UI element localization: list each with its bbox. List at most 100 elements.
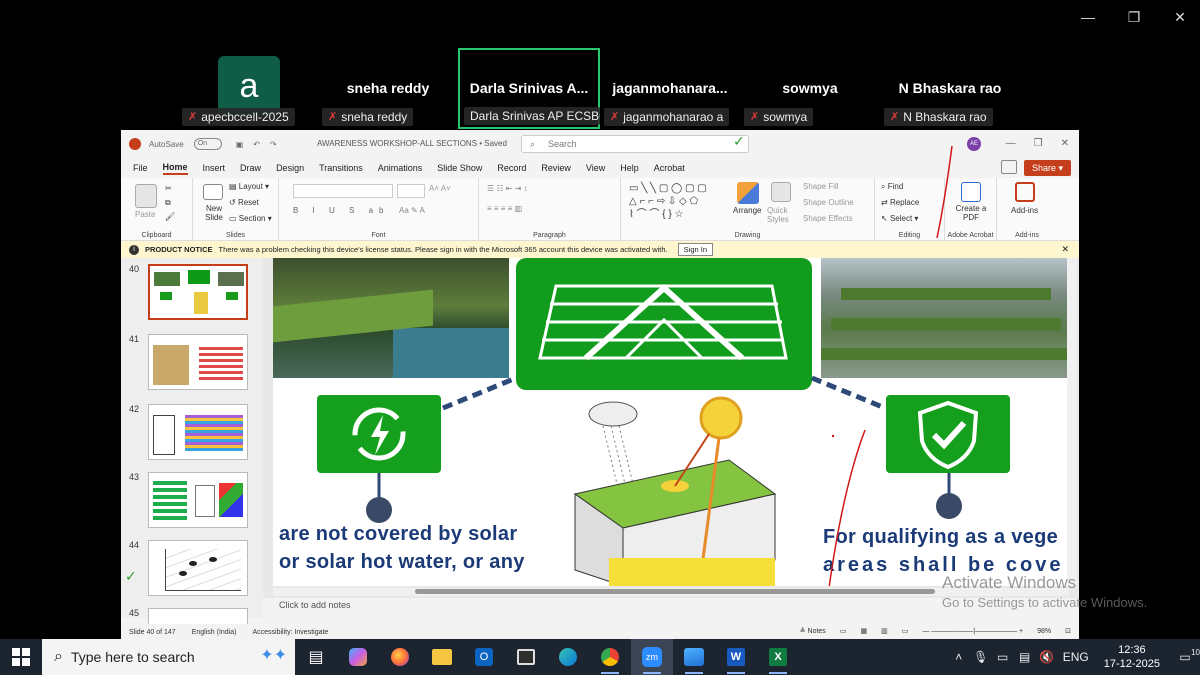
copilot-icon[interactable] (337, 639, 379, 675)
replace-button[interactable]: ⇄ Replace (881, 198, 919, 207)
select-button[interactable]: ↖ Select ▾ (881, 214, 918, 223)
tab-transitions[interactable]: Transitions (319, 163, 363, 173)
battery-icon[interactable]: ▭ (992, 650, 1014, 664)
comments-icon[interactable] (1001, 160, 1017, 174)
taskbar-search-input[interactable]: ⌕ Type here to search ✦✦ (42, 639, 295, 675)
share-button[interactable]: Share ▾ (1023, 160, 1071, 176)
shape-effects-button[interactable]: Shape Effects (803, 214, 853, 223)
notes-placeholder[interactable]: Click to add notes (279, 600, 351, 610)
layout-button[interactable]: ▤ Layout ▾ (229, 182, 269, 191)
close-notice-icon[interactable]: ✕ (1061, 244, 1069, 255)
new-slide-icon[interactable] (203, 184, 223, 200)
format-painter-icon[interactable]: 🖌 (165, 212, 175, 221)
participant-tile-active[interactable]: Darla Srinivas A... Darla Srinivas AP EC… (458, 48, 600, 129)
slide-vertical-scrollbar[interactable] (1067, 258, 1077, 586)
restore-button[interactable]: ❐ (1120, 6, 1148, 28)
quick-styles-icon[interactable] (771, 182, 791, 202)
scroll-thumb[interactable] (415, 589, 935, 594)
create-pdf-icon[interactable] (961, 182, 981, 202)
document-title[interactable]: AWARENESS WORKSHOP-ALL SECTIONS • Saved (317, 139, 507, 148)
participant-tile[interactable]: jaganmohanara... ✗ jaganmohanarao a (600, 48, 740, 128)
language-status[interactable]: English (India) (192, 629, 237, 636)
font-color-icons[interactable]: Aa ✎ A (399, 206, 425, 215)
add-ins-icon[interactable] (1015, 182, 1035, 202)
shape-fill-button[interactable]: Shape Fill (803, 182, 839, 191)
redo-icon[interactable]: ↷ (270, 140, 277, 149)
sign-in-button[interactable]: Sign In (677, 243, 714, 256)
tab-review[interactable]: Review (541, 163, 571, 173)
paste-icon[interactable] (135, 184, 157, 208)
new-slide-button[interactable]: New Slide (201, 204, 227, 222)
participant-tile[interactable]: sneha reddy ✗ sneha reddy (318, 48, 458, 128)
slide-sorter-icon[interactable]: ▦ (860, 627, 867, 635)
normal-view-icon[interactable]: ▭ (840, 627, 847, 635)
network-icon[interactable]: ▤ (1014, 650, 1036, 664)
start-button[interactable] (0, 639, 42, 675)
section-button[interactable]: ▭ Section ▾ (229, 214, 272, 223)
shape-outline-button[interactable]: Shape Outline (803, 198, 854, 207)
add-ins-button[interactable]: Add-ins (1011, 206, 1038, 215)
tab-draw[interactable]: Draw (240, 163, 261, 173)
outlook-icon[interactable]: O (463, 639, 505, 675)
chevron-up-icon[interactable]: ˄ (948, 650, 970, 664)
cut-icon[interactable]: ✂ (165, 184, 172, 193)
zoom-level[interactable]: 98% (1037, 628, 1051, 635)
ppt-minimize-button[interactable]: — (1006, 138, 1016, 149)
tab-view[interactable]: View (586, 163, 605, 173)
tab-animations[interactable]: Animations (378, 163, 423, 173)
tab-acrobat[interactable]: Acrobat (654, 163, 685, 173)
tab-slide-show[interactable]: Slide Show (437, 163, 482, 173)
ppt-close-button[interactable]: ✕ (1061, 138, 1069, 149)
reading-view-icon[interactable]: ▥ (881, 627, 888, 635)
tab-design[interactable]: Design (276, 163, 304, 173)
font-format-buttons[interactable]: B I U S ab (293, 206, 389, 215)
align-buttons[interactable]: ≡ ≡ ≡ ≡ ▥ (487, 204, 522, 213)
search-input[interactable]: ⌕ Search (521, 135, 749, 153)
paste-button[interactable]: Paste (135, 210, 155, 219)
volume-muted-icon[interactable]: 🔇 (1036, 650, 1058, 664)
ppt-restore-button[interactable]: ❐ (1034, 138, 1043, 149)
user-avatar[interactable]: AE (967, 137, 981, 151)
tab-file[interactable]: File (133, 163, 148, 173)
notifications-icon[interactable]: ▭ 10 (1170, 648, 1200, 664)
minimize-button[interactable]: — (1074, 6, 1102, 28)
excel-icon[interactable]: X (757, 639, 799, 675)
microphone-icon[interactable]: 🎙 (970, 650, 992, 664)
participant-tile[interactable]: a ✗ apecbccell-2025 (178, 48, 318, 128)
store-icon[interactable] (505, 639, 547, 675)
undo-icon[interactable]: ↶ (253, 140, 260, 149)
copy-icon[interactable]: ⧉ (165, 198, 171, 208)
clock[interactable]: 12:36 17-12-2025 (1104, 643, 1160, 671)
find-button[interactable]: ⌕ Find (881, 182, 903, 192)
tab-record[interactable]: Record (497, 163, 526, 173)
fit-to-window-icon[interactable]: ⊡ (1065, 627, 1071, 635)
zoom-slider[interactable]: — ——————|—————— + (922, 628, 1023, 635)
reset-button[interactable]: ↺ Reset (229, 198, 259, 207)
word-icon[interactable]: W (715, 639, 757, 675)
file-explorer-icon[interactable] (421, 639, 463, 675)
create-pdf-button[interactable]: Create a PDF (951, 204, 991, 222)
tab-insert[interactable]: Insert (203, 163, 226, 173)
language-indicator[interactable]: ENG (1058, 650, 1094, 664)
tab-home[interactable]: Home (162, 162, 188, 175)
zoom-icon[interactable]: zm (631, 639, 673, 675)
chrome-icon[interactable] (589, 639, 631, 675)
arrange-icon[interactable] (737, 182, 759, 204)
accessibility-status[interactable]: Accessibility: Investigate (252, 629, 328, 636)
firefox-icon[interactable] (379, 639, 421, 675)
participant-tile[interactable]: N Bhaskara rao ✗ N Bhaskara rao (880, 48, 1020, 128)
photos-icon[interactable] (673, 639, 715, 675)
autosave-toggle[interactable]: On (193, 138, 222, 150)
edge-icon[interactable] (547, 639, 589, 675)
arrange-button[interactable]: Arrange (733, 206, 761, 215)
save-icon[interactable]: ▣ (236, 140, 244, 149)
participant-tile[interactable]: sowmya ✗ sowmya (740, 48, 880, 128)
font-family-select[interactable] (293, 184, 393, 198)
tab-help[interactable]: Help (620, 163, 639, 173)
task-view-icon[interactable]: ▤ (295, 639, 337, 675)
quick-styles-button[interactable]: Quick Styles (767, 206, 797, 224)
font-size-select[interactable] (397, 184, 425, 198)
slideshow-icon[interactable]: ▭ (902, 627, 909, 635)
notes-button[interactable]: ≜ Notes (800, 627, 826, 635)
slide-canvas[interactable]: are not covered by solar or solar hot wa… (273, 258, 1069, 586)
